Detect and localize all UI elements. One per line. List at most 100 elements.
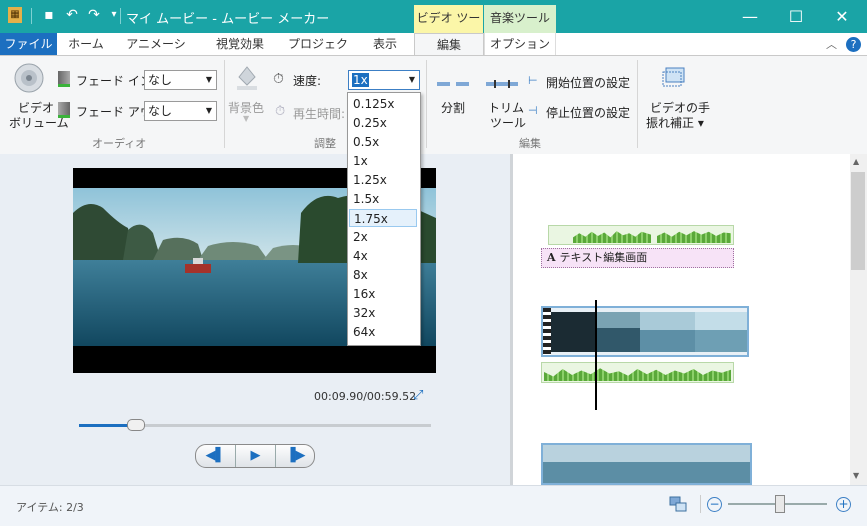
tab-view[interactable]: 表示 <box>368 33 402 55</box>
timecode: 00:09.90/00:59.52 <box>314 390 417 403</box>
caption-text: テキスト編集画面 <box>559 251 648 264</box>
tab-home[interactable]: ホーム <box>68 33 104 55</box>
tab-file[interactable]: ファイル <box>0 33 57 55</box>
speaker-icon[interactable] <box>13 62 45 94</box>
group-separator <box>637 60 638 148</box>
group-separator <box>224 60 225 148</box>
speed-label: 速度: <box>293 74 322 88</box>
item-count: アイテム: 2/3 <box>16 501 84 514</box>
context-video-tools: ビデオ ツール <box>414 5 483 51</box>
video-audio-waveform <box>541 362 734 383</box>
help-icon[interactable]: ? <box>846 37 861 52</box>
separator <box>700 495 701 513</box>
zoom-in-icon[interactable]: + <box>836 497 851 512</box>
chevron-down-icon: ▼ <box>243 114 250 123</box>
play-icon[interactable]: ▶ <box>236 445 276 467</box>
separator <box>120 8 121 24</box>
playback-controls: ◀▌ ▶ ▐▶ <box>195 444 315 468</box>
collapse-ribbon-icon[interactable]: ︿ <box>826 36 837 52</box>
duration-icon: ⏱ <box>275 104 286 119</box>
scroll-thumb[interactable] <box>851 172 865 270</box>
chevron-down-icon: ▼ <box>408 75 415 84</box>
chevron-down-icon: ▼ <box>205 75 212 84</box>
tab-edit[interactable]: 編集 <box>414 33 484 56</box>
seek-thumb[interactable] <box>127 419 145 431</box>
fade-in-value: なし <box>148 73 173 87</box>
thumbnail-size-icon[interactable] <box>669 496 687 512</box>
tab-project[interactable]: プロジェクト <box>287 33 349 73</box>
scroll-up-icon[interactable]: ▲ <box>853 157 859 166</box>
video-clip[interactable] <box>541 306 749 357</box>
fade-out-icon <box>58 102 70 118</box>
speed-option[interactable]: 1.25x <box>349 171 417 189</box>
film-strip <box>543 308 551 355</box>
fade-out-dropdown[interactable]: なし ▼ <box>144 101 217 121</box>
trim-icon[interactable] <box>486 77 518 88</box>
app-icon: ▦ <box>8 7 22 23</box>
stopwatch-icon: ⏱ <box>273 71 284 87</box>
next-frame-icon[interactable]: ▐▶ <box>276 445 314 467</box>
speed-option[interactable]: 1.75x <box>349 209 417 227</box>
adjust-group-label: 調整 <box>314 137 336 150</box>
thumbnail <box>551 312 597 352</box>
caption-icon: A <box>547 251 556 264</box>
trim-label-2: ツール <box>490 116 527 130</box>
speed-option[interactable]: 1.5x <box>349 190 417 208</box>
stabilization-label-2[interactable]: 振れ補正 ▾ <box>646 114 704 131</box>
group-separator <box>426 60 427 148</box>
fade-in-dropdown[interactable]: なし ▼ <box>144 70 217 90</box>
speed-option[interactable]: 4x <box>349 247 417 265</box>
speed-value: 1x <box>352 73 369 87</box>
redo-icon[interactable]: ↷ <box>86 7 102 23</box>
thumbnail <box>640 312 695 352</box>
speed-option[interactable]: 1x <box>349 152 417 170</box>
speed-option[interactable]: 0.5x <box>349 133 417 151</box>
speed-option[interactable]: 16x <box>349 285 417 303</box>
video-clip[interactable] <box>541 443 752 485</box>
set-start-button[interactable]: 開始位置の設定 <box>546 74 630 91</box>
tab-options[interactable]: オプション <box>484 33 556 55</box>
zoom-slider-thumb[interactable] <box>775 495 785 513</box>
window-title: マイ ムービー - ムービー メーカー <box>126 12 330 27</box>
chevron-down-icon: ▼ <box>205 106 212 115</box>
scroll-down-icon[interactable]: ▼ <box>853 471 859 480</box>
speed-option[interactable]: 64x <box>349 323 417 341</box>
speed-option[interactable]: 8x <box>349 266 417 284</box>
fade-out-value: なし <box>148 104 173 118</box>
speed-option[interactable]: 0.25x <box>349 114 417 132</box>
playhead[interactable] <box>595 300 597 410</box>
save-icon[interactable]: ▪ <box>41 7 57 23</box>
split-icon[interactable] <box>437 77 469 86</box>
status-bar <box>0 485 867 526</box>
thumbnail <box>597 312 640 352</box>
speed-option[interactable]: 2x <box>349 228 417 246</box>
set-end-button[interactable]: 停止位置の設定 <box>546 104 630 121</box>
set-end-icon: ⊣ <box>528 104 538 117</box>
edit-group-label: 編集 <box>519 137 541 150</box>
minimize-button[interactable]: — <box>727 0 773 33</box>
speed-dropdown-list: 0.125x 0.25x 0.5x 1x 1.25x 1.5x 1.75x 2x 4x 8x 16x… <box>347 92 421 346</box>
fullscreen-icon[interactable]: ⤢ <box>413 389 429 403</box>
audio-group-label: オーディオ <box>92 137 147 150</box>
undo-icon[interactable]: ↶ <box>64 7 80 23</box>
waveform <box>657 231 731 243</box>
close-button[interactable]: ✕ <box>819 0 865 33</box>
text-caption-clip[interactable]: A テキスト編集画面 <box>541 248 734 268</box>
duration-label: 再生時間: <box>293 107 346 121</box>
separator <box>31 8 32 24</box>
speed-option[interactable]: 0.125x <box>349 95 417 113</box>
tab-animations[interactable]: アニメーション <box>121 33 191 73</box>
speed-option[interactable]: 32x <box>349 304 417 322</box>
previous-frame-icon[interactable]: ◀▌ <box>196 445 236 467</box>
zoom-out-icon[interactable]: − <box>707 497 722 512</box>
split-button[interactable]: 分割 <box>441 99 465 116</box>
tab-visual-effects[interactable]: 視覚効果 <box>210 33 270 55</box>
maximize-button[interactable]: ☐ <box>773 0 819 33</box>
waveform <box>544 368 731 381</box>
title-clip[interactable] <box>541 172 733 224</box>
music-clip[interactable] <box>548 225 734 245</box>
fade-in-icon <box>58 71 70 87</box>
thumbnail <box>695 312 747 352</box>
speed-dropdown[interactable]: 1x ▼ <box>348 70 420 90</box>
stabilization-icon[interactable] <box>660 64 688 92</box>
